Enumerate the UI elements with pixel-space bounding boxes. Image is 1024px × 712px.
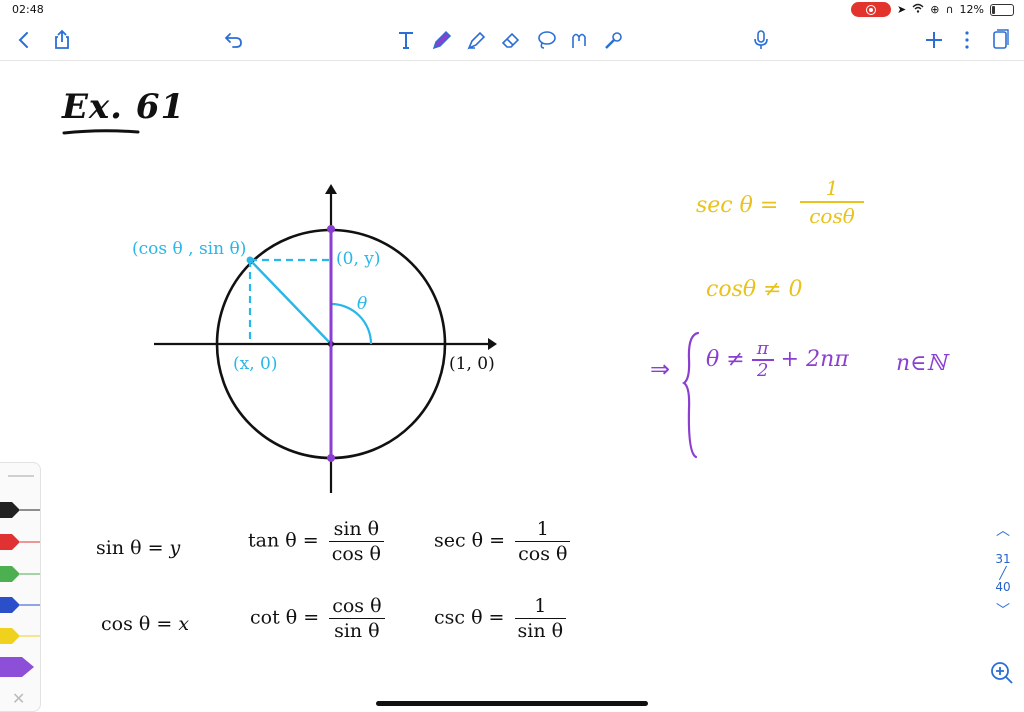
- wifi-icon: [912, 3, 924, 16]
- highlighter-icon[interactable]: [465, 28, 489, 52]
- x-point-label: (x, 0): [233, 354, 278, 374]
- note-canvas[interactable]: Ex. 61 (cos θ , sin θ) (0, y) θ (x, 0) (…: [0, 61, 1024, 712]
- angle-label: θ: [357, 294, 368, 314]
- battery-icon: [990, 3, 1014, 16]
- toolbar: [0, 20, 1024, 61]
- status-icons: ➤ ⊕ ∩ 12%: [851, 2, 1014, 17]
- identity-tan: tan θ = sin θ cos θ: [248, 517, 384, 566]
- close-tray-icon[interactable]: ✕: [12, 689, 25, 708]
- point-label: (cos θ , sin θ): [132, 239, 247, 259]
- identity-csc: csc θ = 1 sin θ: [434, 594, 567, 643]
- zoom-icon[interactable]: [988, 659, 1016, 687]
- pen-tray: ✕: [0, 462, 41, 712]
- laser-pointer-icon[interactable]: [602, 28, 626, 52]
- orientation-lock-icon: ⊕: [930, 3, 940, 16]
- pen-blue[interactable]: [0, 594, 40, 616]
- case-brace: [682, 331, 700, 459]
- handwritten-condition: cosθ ≠ 0: [706, 277, 803, 302]
- unit-circle-diagram: [154, 184, 497, 493]
- home-indicator[interactable]: [376, 701, 648, 706]
- heading-underline: [62, 129, 140, 135]
- implies-arrow: ⇒: [650, 355, 671, 383]
- microphone-icon[interactable]: [749, 28, 773, 52]
- identity-cot: cot θ = cos θ sin θ: [250, 594, 385, 643]
- eraser-icon[interactable]: [499, 28, 523, 52]
- page-navigator: ︿ 31 ╱ 40 ﹀: [988, 520, 1018, 620]
- pages-icon[interactable]: [988, 28, 1012, 52]
- status-bar: 02:48 ➤ ⊕ ∩ 12%: [0, 0, 1024, 20]
- back-icon[interactable]: [12, 28, 36, 52]
- clock: 02:48: [12, 3, 44, 16]
- tray-handle[interactable]: [8, 475, 34, 477]
- current-page: 31: [995, 552, 1011, 566]
- text-tool-icon[interactable]: [394, 28, 418, 52]
- undo-icon[interactable]: [222, 28, 246, 52]
- domain-note: n∈ℕ: [896, 351, 947, 376]
- more-icon[interactable]: [955, 28, 979, 52]
- location-icon: ➤: [897, 3, 907, 16]
- handwritten-sec: sec θ =: [696, 193, 779, 218]
- case-expression: θ ≠ π 2 + 2nπ: [706, 338, 849, 381]
- screen-recording-icon: [851, 2, 892, 17]
- total-pages: 40: [995, 580, 1011, 594]
- page-up-icon[interactable]: ︿: [988, 520, 1018, 540]
- headphones-icon: ∩: [945, 3, 954, 16]
- pen-yellow[interactable]: [0, 625, 40, 647]
- page-separator-icon: ╱: [999, 566, 1007, 580]
- page-down-icon[interactable]: ﹀: [988, 600, 1018, 620]
- pen-green[interactable]: [0, 563, 40, 585]
- lasso-icon[interactable]: [534, 28, 558, 52]
- share-icon[interactable]: [50, 28, 74, 52]
- add-icon[interactable]: [922, 28, 946, 52]
- handwritten-sec-fraction: 1 cosθ: [800, 175, 864, 229]
- identity-sec: sec θ = 1 cos θ: [434, 517, 571, 566]
- pen-red[interactable]: [0, 531, 40, 553]
- pen-black[interactable]: [0, 499, 40, 521]
- identity-cos: cos θ = x: [101, 613, 190, 635]
- battery-percent: 12%: [959, 3, 984, 16]
- shape-tool-icon[interactable]: [567, 28, 591, 52]
- y-point-label: (0, y): [336, 249, 381, 269]
- heading: Ex. 61: [62, 87, 186, 127]
- identity-sin: sin θ = y: [96, 537, 181, 559]
- pen-tool-icon[interactable]: [430, 28, 454, 52]
- unit-point-label: (1, 0): [449, 354, 495, 374]
- pen-purple[interactable]: [0, 656, 40, 678]
